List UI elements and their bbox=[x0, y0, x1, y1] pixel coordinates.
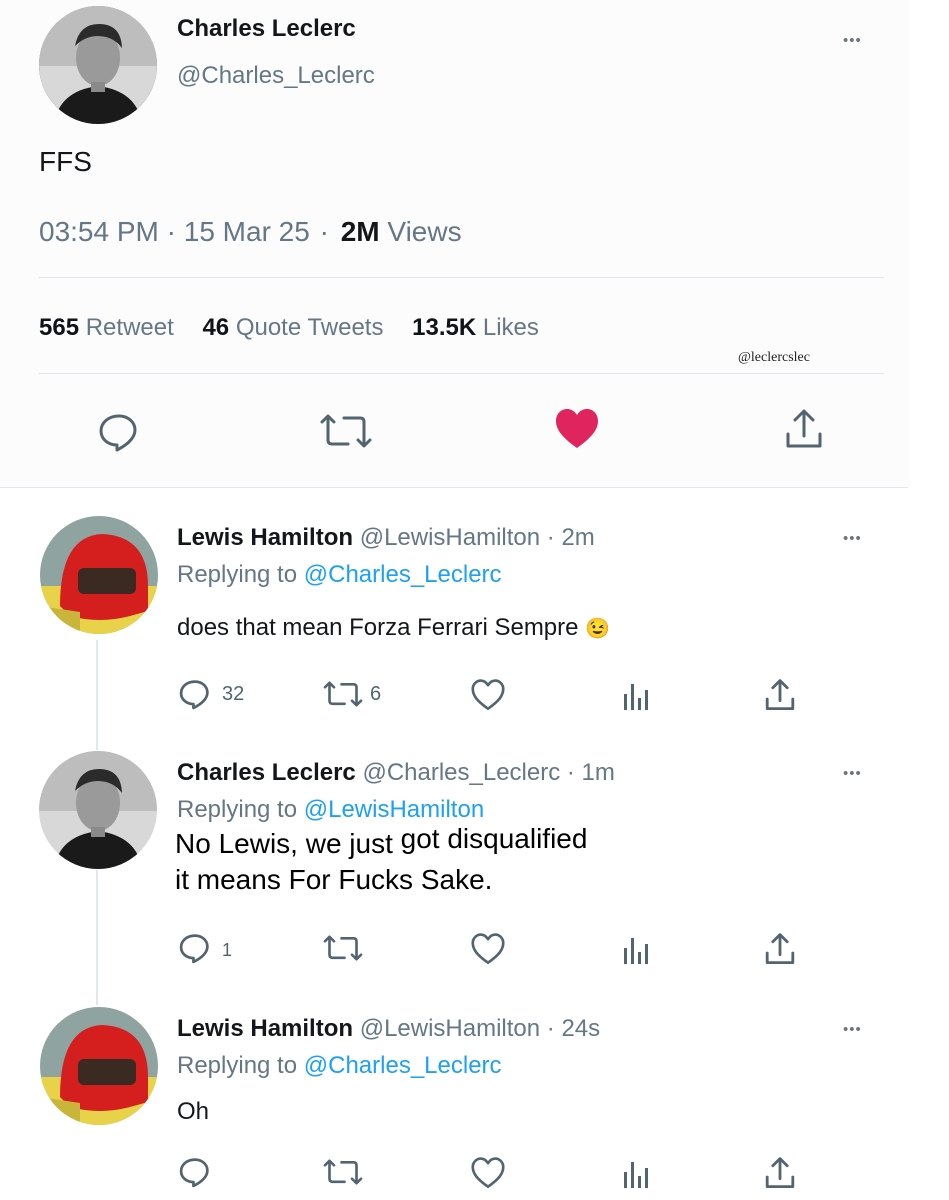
tweet-meta: 03:54 PM · 15 Mar 25 · 2M Views bbox=[39, 216, 462, 248]
analytics-icon[interactable] bbox=[622, 1158, 650, 1190]
share-icon[interactable] bbox=[764, 932, 796, 966]
quote-stat[interactable]: 46 Quote Tweets bbox=[202, 314, 390, 341]
reply-count: 32 bbox=[222, 683, 245, 705]
avatar[interactable] bbox=[39, 6, 157, 124]
reply-header: Lewis Hamilton @LewisHamilton · 2m bbox=[177, 524, 595, 552]
author-name[interactable]: Lewis Hamilton bbox=[177, 524, 353, 551]
engagement-stats: 565 Retweet 46 Quote Tweets 13.5K Likes bbox=[39, 314, 539, 342]
author-meta[interactable]: @Charles_Leclerc · 1m bbox=[362, 759, 614, 786]
avatar-photo bbox=[40, 1007, 158, 1125]
avatar-photo bbox=[39, 751, 157, 869]
likes-count: 13.5K bbox=[412, 314, 477, 341]
reply-text-part: No Lewis, we just bbox=[175, 828, 393, 859]
tweet-text: FFS bbox=[39, 146, 92, 177]
author-name[interactable]: Charles Leclerc bbox=[177, 15, 356, 43]
views-label: Views bbox=[387, 216, 462, 247]
reply-icon[interactable] bbox=[178, 678, 212, 710]
more-options-icon[interactable]: ••• bbox=[843, 530, 862, 547]
analytics-icon[interactable] bbox=[622, 680, 650, 712]
author-meta[interactable]: @LewisHamilton · 2m bbox=[360, 524, 595, 551]
reply-icon[interactable] bbox=[178, 932, 212, 964]
replying-to: Replying to @LewisHamilton bbox=[177, 796, 484, 824]
reply-text: Oh bbox=[177, 1098, 210, 1125]
author-handle[interactable]: @Charles_Leclerc bbox=[177, 62, 375, 90]
retweet-icon[interactable] bbox=[322, 1159, 364, 1185]
reply-text-body: does that mean Forza Ferrari Sempre bbox=[177, 614, 579, 641]
retweet-icon[interactable] bbox=[322, 681, 364, 707]
likes-stat[interactable]: 13.5K Likes bbox=[412, 314, 539, 341]
divider bbox=[39, 277, 884, 278]
reply-icon[interactable] bbox=[178, 1156, 212, 1188]
views-count: 2M bbox=[340, 216, 380, 247]
retweet-count: 6 bbox=[370, 683, 382, 705]
retweet-icon[interactable] bbox=[322, 935, 364, 961]
tweet-time: 03:54 PM bbox=[39, 216, 159, 247]
avatar[interactable] bbox=[40, 1007, 158, 1125]
heart-icon[interactable] bbox=[470, 933, 506, 965]
heart-icon[interactable] bbox=[470, 1157, 506, 1189]
reply-text-line: it means For Fucks Sake. bbox=[175, 864, 493, 895]
more-options-icon[interactable]: ••• bbox=[843, 32, 862, 49]
divider bbox=[0, 487, 908, 488]
avatar-photo bbox=[40, 516, 158, 634]
replying-prefix: Replying to bbox=[177, 1052, 298, 1079]
reply-text-line: No Lewis, we just got disqualified bbox=[175, 823, 588, 862]
wink-emoji: 😉 bbox=[585, 618, 611, 640]
author-name[interactable]: Charles Leclerc bbox=[177, 759, 356, 786]
more-options-icon[interactable]: ••• bbox=[843, 765, 862, 782]
tweet-date: 15 Mar 25 bbox=[183, 216, 310, 247]
retweet-icon[interactable] bbox=[318, 414, 374, 448]
replying-prefix: Replying to bbox=[177, 796, 298, 823]
retweet-stat[interactable]: 565 Retweet bbox=[39, 314, 180, 341]
more-options-icon[interactable]: ••• bbox=[843, 1021, 862, 1038]
heart-icon-liked[interactable] bbox=[554, 408, 600, 450]
replying-to-link[interactable]: @Charles_Leclerc bbox=[304, 561, 502, 588]
quote-count: 46 bbox=[202, 314, 230, 341]
replying-to: Replying to @Charles_Leclerc bbox=[177, 1052, 502, 1080]
reply-text: does that mean Forza Ferrari Sempre 😉 bbox=[177, 614, 610, 642]
avatar-photo bbox=[39, 6, 157, 124]
separator: · bbox=[319, 216, 329, 247]
share-icon[interactable] bbox=[764, 1156, 796, 1190]
avatar[interactable] bbox=[40, 516, 158, 634]
reply-text: No Lewis, we just got disqualified it me… bbox=[175, 823, 588, 898]
author-meta[interactable]: @LewisHamilton · 24s bbox=[360, 1015, 600, 1042]
replying-prefix: Replying to bbox=[177, 561, 298, 588]
thread-line bbox=[96, 640, 98, 750]
share-icon[interactable] bbox=[764, 678, 796, 712]
retweet-label: Retweet bbox=[85, 314, 174, 341]
reply-text-part: got disqualified bbox=[400, 823, 588, 854]
reply-header: Charles Leclerc @Charles_Leclerc · 1m bbox=[177, 759, 615, 787]
analytics-icon[interactable] bbox=[622, 934, 650, 966]
main-tweet: Charles Leclerc @Charles_Leclerc ••• FFS… bbox=[0, 0, 910, 487]
heart-icon[interactable] bbox=[470, 679, 506, 711]
quote-label: Quote Tweets bbox=[235, 314, 384, 341]
avatar[interactable] bbox=[39, 751, 157, 869]
share-icon[interactable] bbox=[784, 408, 824, 450]
replying-to-link[interactable]: @LewisHamilton bbox=[304, 796, 484, 823]
thread-line bbox=[96, 870, 98, 1005]
likes-label: Likes bbox=[482, 314, 539, 341]
separator: · bbox=[166, 216, 176, 247]
replying-to: Replying to @Charles_Leclerc bbox=[177, 561, 502, 589]
reply-header: Lewis Hamilton @LewisHamilton · 24s bbox=[177, 1015, 600, 1043]
author-name[interactable]: Lewis Hamilton bbox=[177, 1015, 353, 1042]
retweet-count: 565 bbox=[39, 314, 80, 341]
reply-count: 1 bbox=[222, 940, 233, 960]
replying-to-link[interactable]: @Charles_Leclerc bbox=[304, 1052, 502, 1079]
reply-icon[interactable] bbox=[97, 412, 141, 452]
divider bbox=[39, 373, 884, 374]
watermark: @leclercslec bbox=[738, 350, 810, 365]
